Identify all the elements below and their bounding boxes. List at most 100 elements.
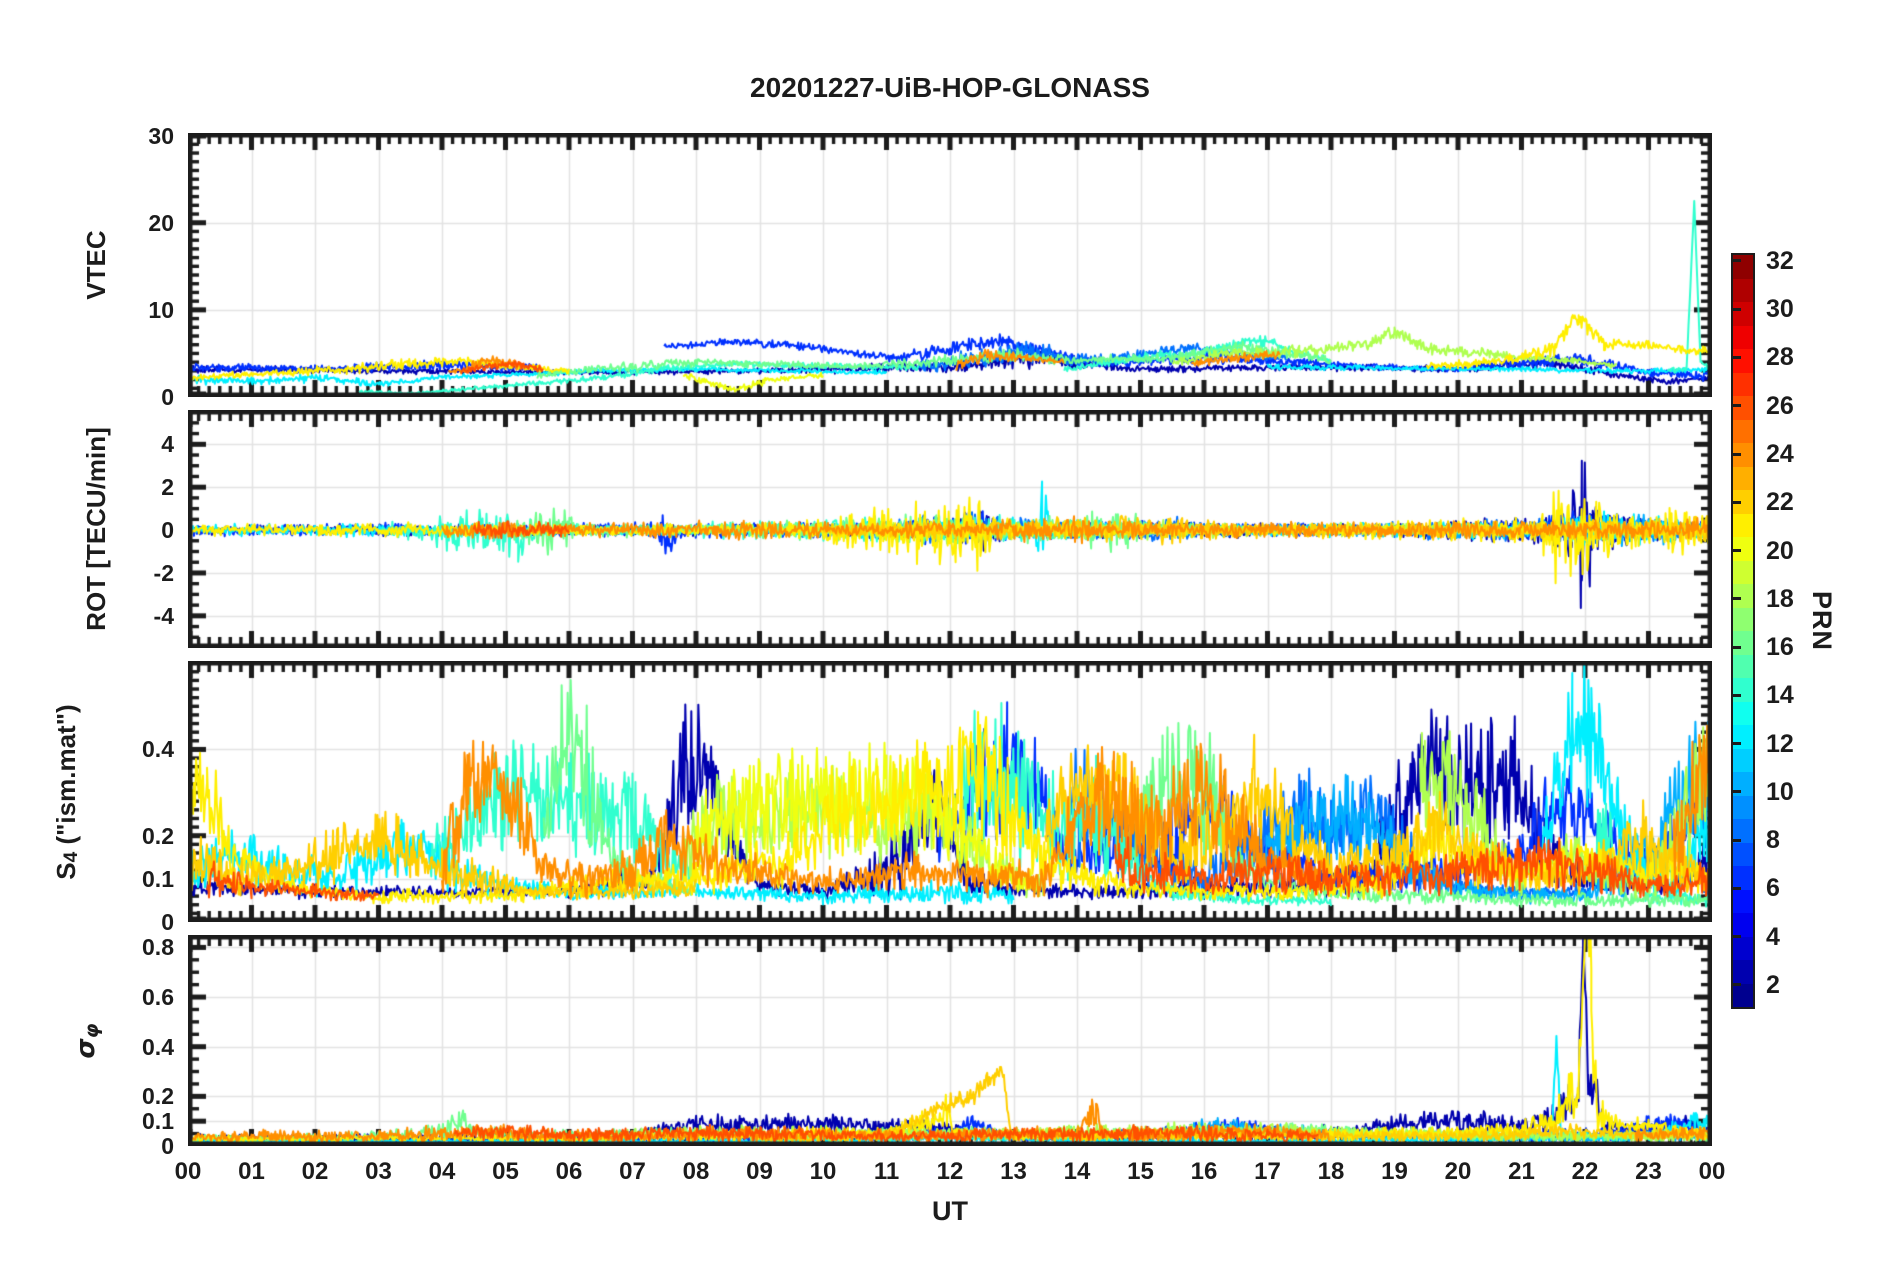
colorbar-block <box>1733 748 1753 772</box>
y-axis-label-text: VTEC <box>80 230 111 300</box>
colorbar-tick <box>1733 742 1741 746</box>
colorbar-tick <box>1733 790 1741 794</box>
x-tick-label: 16 <box>1190 1158 1218 1185</box>
colorbar-block <box>1733 678 1753 702</box>
y-axis-label-text: ROT [TECU/min] <box>80 427 111 631</box>
x-tick-label: 18 <box>1317 1158 1345 1185</box>
y-tick-label: 0.2 <box>142 822 174 849</box>
colorbar-block <box>1733 701 1753 725</box>
panel-sigma-phi <box>188 935 1712 1146</box>
y-axis-label-text: ("ism.mat") <box>50 703 81 852</box>
colorbar-block <box>1733 302 1753 326</box>
colorbar-title: PRN <box>1807 591 1837 652</box>
colorbar-tick-label: 8 <box>1766 826 1780 855</box>
x-tick-label: 12 <box>936 1158 964 1185</box>
colorbar-tick <box>1733 404 1741 408</box>
x-tick-label: 11 <box>873 1158 900 1185</box>
colorbar-tick-label: 24 <box>1766 440 1794 468</box>
panel-s4-plot <box>188 661 1712 922</box>
colorbar-block <box>1733 842 1753 866</box>
figure-canvas: 20201227-UiB-HOP-GLONASS UT 2 4 6 8 10 12 14 16… <box>0 0 1902 1272</box>
colorbar-tick-label: 20 <box>1766 536 1794 565</box>
y-tick-label: 0.1 <box>142 865 174 892</box>
x-tick-label: 08 <box>682 1158 710 1185</box>
colorbar-block <box>1733 795 1753 819</box>
x-tick-label: 05 <box>492 1158 519 1185</box>
colorbar-tick-label: 22 <box>1766 488 1794 517</box>
x-tick-label: 00 <box>1698 1158 1726 1185</box>
colorbar-tick-label: 18 <box>1766 584 1794 613</box>
panel-s4 <box>188 661 1712 922</box>
panel-vtec-plot <box>188 133 1712 397</box>
colorbar-tick <box>1733 693 1741 697</box>
colorbar-block <box>1733 372 1753 396</box>
y-tick-label: 0 <box>161 909 174 935</box>
y-tick-label: 0.4 <box>142 736 174 763</box>
colorbar-tick <box>1733 597 1741 601</box>
panel-rot-plot <box>188 410 1712 648</box>
colorbar-block <box>1733 325 1753 349</box>
colorbar-block <box>1733 960 1753 984</box>
x-tick-label: 06 <box>555 1158 583 1185</box>
colorbar-tick <box>1733 452 1741 456</box>
x-tick-label: 23 <box>1635 1158 1662 1185</box>
y-axis-label-text: φ <box>81 1022 103 1038</box>
colorbar-block <box>1733 419 1753 443</box>
colorbar-tick <box>1733 983 1741 987</box>
colorbar-tick <box>1733 355 1741 359</box>
x-tick-label: 20 <box>1444 1158 1472 1185</box>
colorbar-block <box>1733 466 1753 490</box>
x-tick-label: 14 <box>1063 1158 1091 1185</box>
x-tick-label: 09 <box>746 1158 773 1185</box>
y-axis-label-sigma-phi: σφ <box>66 861 106 1221</box>
panel-rot <box>188 410 1712 648</box>
colorbar-tick-label: 16 <box>1766 633 1794 662</box>
x-tick-label: 17 <box>1254 1158 1281 1185</box>
y-tick-label: 0.6 <box>142 984 174 1011</box>
colorbar-block <box>1733 889 1753 913</box>
x-tick-label: 22 <box>1571 1158 1599 1185</box>
y-tick-label: 0.2 <box>142 1083 174 1110</box>
colorbar-block <box>1733 278 1753 302</box>
colorbar-tick-label: 6 <box>1766 874 1780 903</box>
y-tick-label: 0.4 <box>142 1033 174 1060</box>
colorbar-tick <box>1733 886 1741 890</box>
colorbar-tick <box>1733 935 1741 939</box>
colorbar-block <box>1733 607 1753 631</box>
colorbar-block <box>1733 349 1753 373</box>
colorbar-tick-label: 14 <box>1766 681 1794 710</box>
y-tick-label: 0 <box>161 1133 174 1159</box>
colorbar-block <box>1733 913 1753 937</box>
colorbar-block <box>1733 396 1753 420</box>
x-tick-label: 01 <box>238 1158 265 1185</box>
colorbar-tick <box>1733 645 1741 649</box>
colorbar-block <box>1733 513 1753 537</box>
colorbar-block <box>1733 560 1753 584</box>
x-tick-label: 13 <box>1000 1158 1027 1185</box>
colorbar-tick-label: 28 <box>1766 343 1794 372</box>
colorbar-tick-label: 2 <box>1766 970 1780 999</box>
y-tick-label: 0.1 <box>142 1108 174 1135</box>
x-tick-label: 21 <box>1508 1158 1535 1185</box>
colorbar-tick-label: 26 <box>1766 391 1794 420</box>
x-tick-label: 10 <box>809 1158 837 1185</box>
colorbar-tick <box>1733 500 1741 504</box>
colorbar-tick-label: 12 <box>1766 729 1794 758</box>
colorbar-block <box>1733 631 1753 655</box>
colorbar <box>1731 253 1755 1009</box>
x-tick-label: 04 <box>428 1158 456 1185</box>
colorbar-tick <box>1733 549 1741 553</box>
chart-title: 20201227-UiB-HOP-GLONASS <box>750 72 1150 103</box>
colorbar-block <box>1733 983 1753 1007</box>
x-tick-label: 02 <box>301 1158 329 1185</box>
colorbar-tick <box>1733 259 1741 263</box>
colorbar-tick <box>1733 838 1741 842</box>
y-tick-label: 0.8 <box>142 934 174 961</box>
colorbar-tick <box>1733 307 1741 311</box>
colorbar-block <box>1733 584 1753 608</box>
panel-sigma-phi-plot <box>188 935 1712 1146</box>
colorbar-tick-label: 10 <box>1766 777 1794 806</box>
x-tick-label: 19 <box>1381 1158 1408 1185</box>
y-axis-label-text: σ <box>71 1037 101 1059</box>
x-tick-label: 03 <box>365 1158 392 1185</box>
